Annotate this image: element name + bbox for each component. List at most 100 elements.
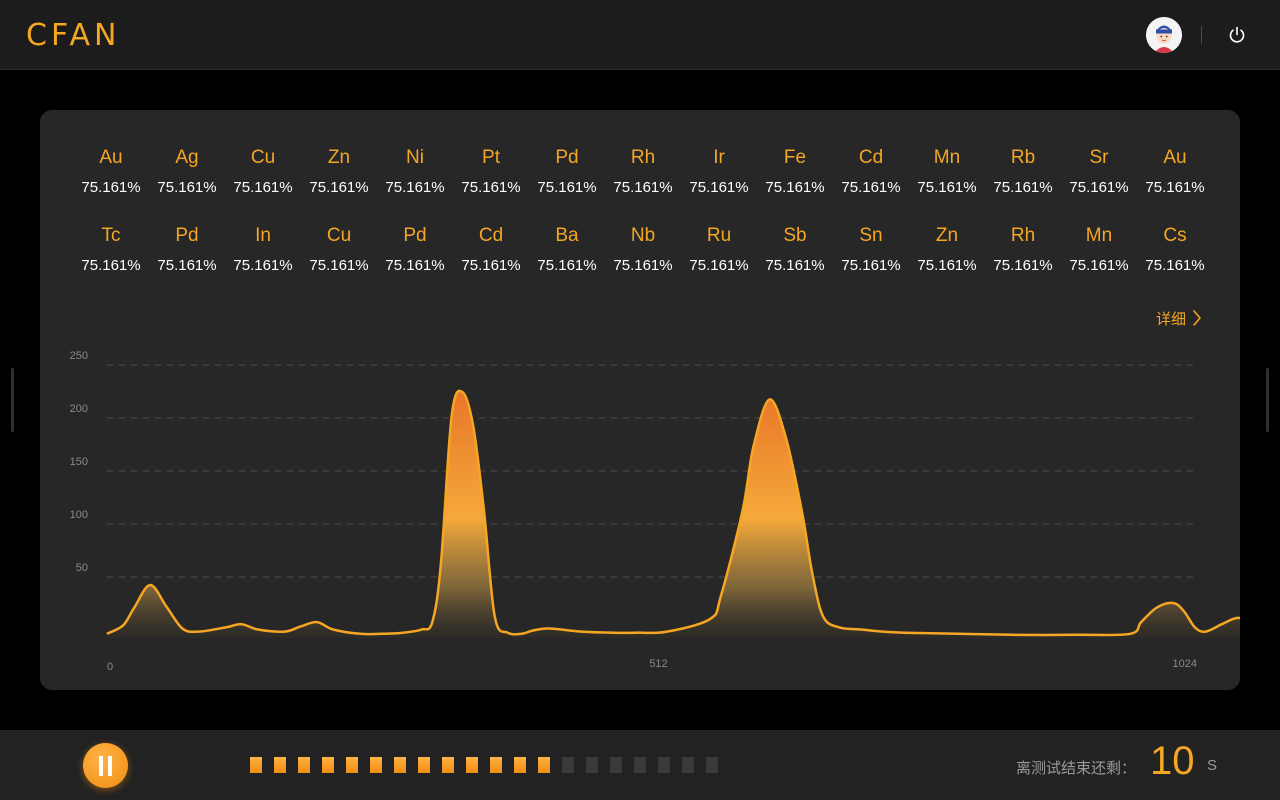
element-percentage: 75.161% [309, 179, 369, 196]
spectrum-chart: 50 100 150 200 250 0 512 1024 [70, 350, 1240, 673]
timer-unit: S [1207, 757, 1218, 774]
element-symbol: Mn [933, 147, 961, 168]
element-percentage: 75.161% [537, 179, 597, 196]
element-percentage: 75.161% [993, 179, 1053, 196]
progress-segment-filled [394, 757, 406, 773]
progress-segment-filled [274, 757, 286, 773]
element-symbol: Ni [406, 147, 424, 168]
element-cell: Au 75.161% [1137, 147, 1213, 225]
element-symbol: Zn [327, 147, 351, 168]
app-logo: CFAN [26, 18, 121, 53]
element-percentage: 75.161% [689, 179, 749, 196]
element-symbol: Sr [1089, 147, 1109, 168]
element-cell: Sr 75.161% [1061, 147, 1137, 225]
pause-icon [99, 756, 103, 776]
y-tick-label: 100 [70, 509, 88, 521]
element-symbol: Sb [783, 225, 807, 246]
progress-segment-filled [418, 757, 430, 773]
element-symbol: Pd [555, 147, 579, 168]
header-divider [1201, 26, 1202, 44]
pause-button[interactable] [83, 743, 128, 788]
progress-segment-filled [538, 757, 550, 773]
element-symbol: Rh [630, 147, 656, 168]
element-percentage: 75.161% [157, 257, 217, 274]
element-symbol: Zn [935, 225, 959, 246]
y-tick-label: 150 [70, 456, 88, 468]
element-symbol: Cd [478, 225, 504, 246]
element-symbol: Cs [1163, 225, 1187, 246]
element-percentage: 75.161% [765, 179, 825, 196]
element-cell: Mn 75.161% [909, 147, 985, 225]
element-symbol: Nb [630, 225, 656, 246]
progress-segment-empty [610, 757, 622, 773]
element-cell: Ba 75.161% [529, 225, 605, 303]
element-symbol: Au [99, 147, 123, 168]
analysis-panel: Au 75.161% Ag 75.161% Cu 75.161% Zn 75.161% Ni 75… [40, 110, 1240, 690]
progress-segment-filled [322, 757, 334, 773]
element-row-2: Tc 75.161% Pd 75.161% In 75.161% Cu 75.161% Pd 75… [73, 225, 1213, 303]
element-cell: Mn 75.161% [1061, 225, 1137, 303]
element-symbol: Au [1163, 147, 1187, 168]
progress-segment-empty [682, 757, 694, 773]
element-percentage: 75.161% [765, 257, 825, 274]
progress-segment-filled [370, 757, 382, 773]
element-percentage: 75.161% [689, 257, 749, 274]
x-tick-label: 0 [107, 661, 113, 673]
element-cell: Pt 75.161% [453, 147, 529, 225]
spectrum-line [106, 389, 1240, 637]
element-percentage: 75.161% [81, 179, 141, 196]
progress-segment-filled [250, 757, 262, 773]
pause-icon-bar [108, 756, 112, 776]
progress-segment-filled [442, 757, 454, 773]
element-percentage: 75.161% [1069, 257, 1129, 274]
element-percentage: 75.161% [233, 179, 293, 196]
element-percentage: 75.161% [309, 257, 369, 274]
element-cell: Pd 75.161% [529, 147, 605, 225]
progress-segment-filled [490, 757, 502, 773]
element-cell: Rb 75.161% [985, 147, 1061, 225]
progress-segment-empty [634, 757, 646, 773]
element-symbol: Ba [555, 225, 579, 246]
element-percentage: 75.161% [613, 257, 673, 274]
element-cell: Rh 75.161% [985, 225, 1061, 303]
element-cell: Pd 75.161% [377, 225, 453, 303]
element-percentage: 75.161% [157, 179, 217, 196]
element-symbol: Rb [1010, 147, 1036, 168]
element-symbol: Sn [859, 225, 883, 246]
element-percentage: 75.161% [461, 257, 521, 274]
element-symbol: Cu [326, 225, 352, 246]
y-tick-label: 200 [70, 403, 88, 415]
detail-link[interactable]: 详细 [1156, 307, 1202, 329]
x-tick-label: 1024 [1173, 658, 1197, 670]
power-button[interactable] [1226, 24, 1248, 46]
element-cell: Pd 75.161% [149, 225, 225, 303]
detail-link-label: 详细 [1155, 310, 1186, 328]
element-symbol: Ru [706, 225, 732, 246]
element-percentage: 75.161% [917, 179, 977, 196]
progress-segment-filled [346, 757, 358, 773]
element-cell: Au 75.161% [73, 147, 149, 225]
element-cell: Ni 75.161% [377, 147, 453, 225]
user-avatar[interactable] [1146, 17, 1182, 53]
element-percentage: 75.161% [841, 257, 901, 274]
element-percentage: 75.161% [385, 257, 445, 274]
element-percentage: 75.161% [917, 257, 977, 274]
timer-label: 离测试结束还剩： [1016, 760, 1137, 777]
progress-segment-empty [586, 757, 598, 773]
element-cell: Cs 75.161% [1137, 225, 1213, 303]
element-cell: Tc 75.161% [73, 225, 149, 303]
element-row-1: Au 75.161% Ag 75.161% Cu 75.161% Zn 75.161% Ni 75… [73, 147, 1213, 225]
progress-segment-empty [562, 757, 574, 773]
element-percentage: 75.161% [1145, 257, 1205, 274]
element-percentage: 75.161% [1145, 179, 1205, 196]
right-scroll-handle[interactable] [1266, 368, 1269, 432]
y-tick-label: 50 [76, 562, 88, 574]
progress-segment-empty [706, 757, 718, 773]
element-cell: Cd 75.161% [453, 225, 529, 303]
element-cell: Rh 75.161% [605, 147, 681, 225]
bottom-bar: 离测试结束还剩： 10 S [0, 730, 1280, 800]
left-scroll-handle[interactable] [11, 368, 14, 432]
element-percentage: 75.161% [233, 257, 293, 274]
timer-value: 10 [1150, 739, 1195, 783]
element-cell: In 75.161% [225, 225, 301, 303]
